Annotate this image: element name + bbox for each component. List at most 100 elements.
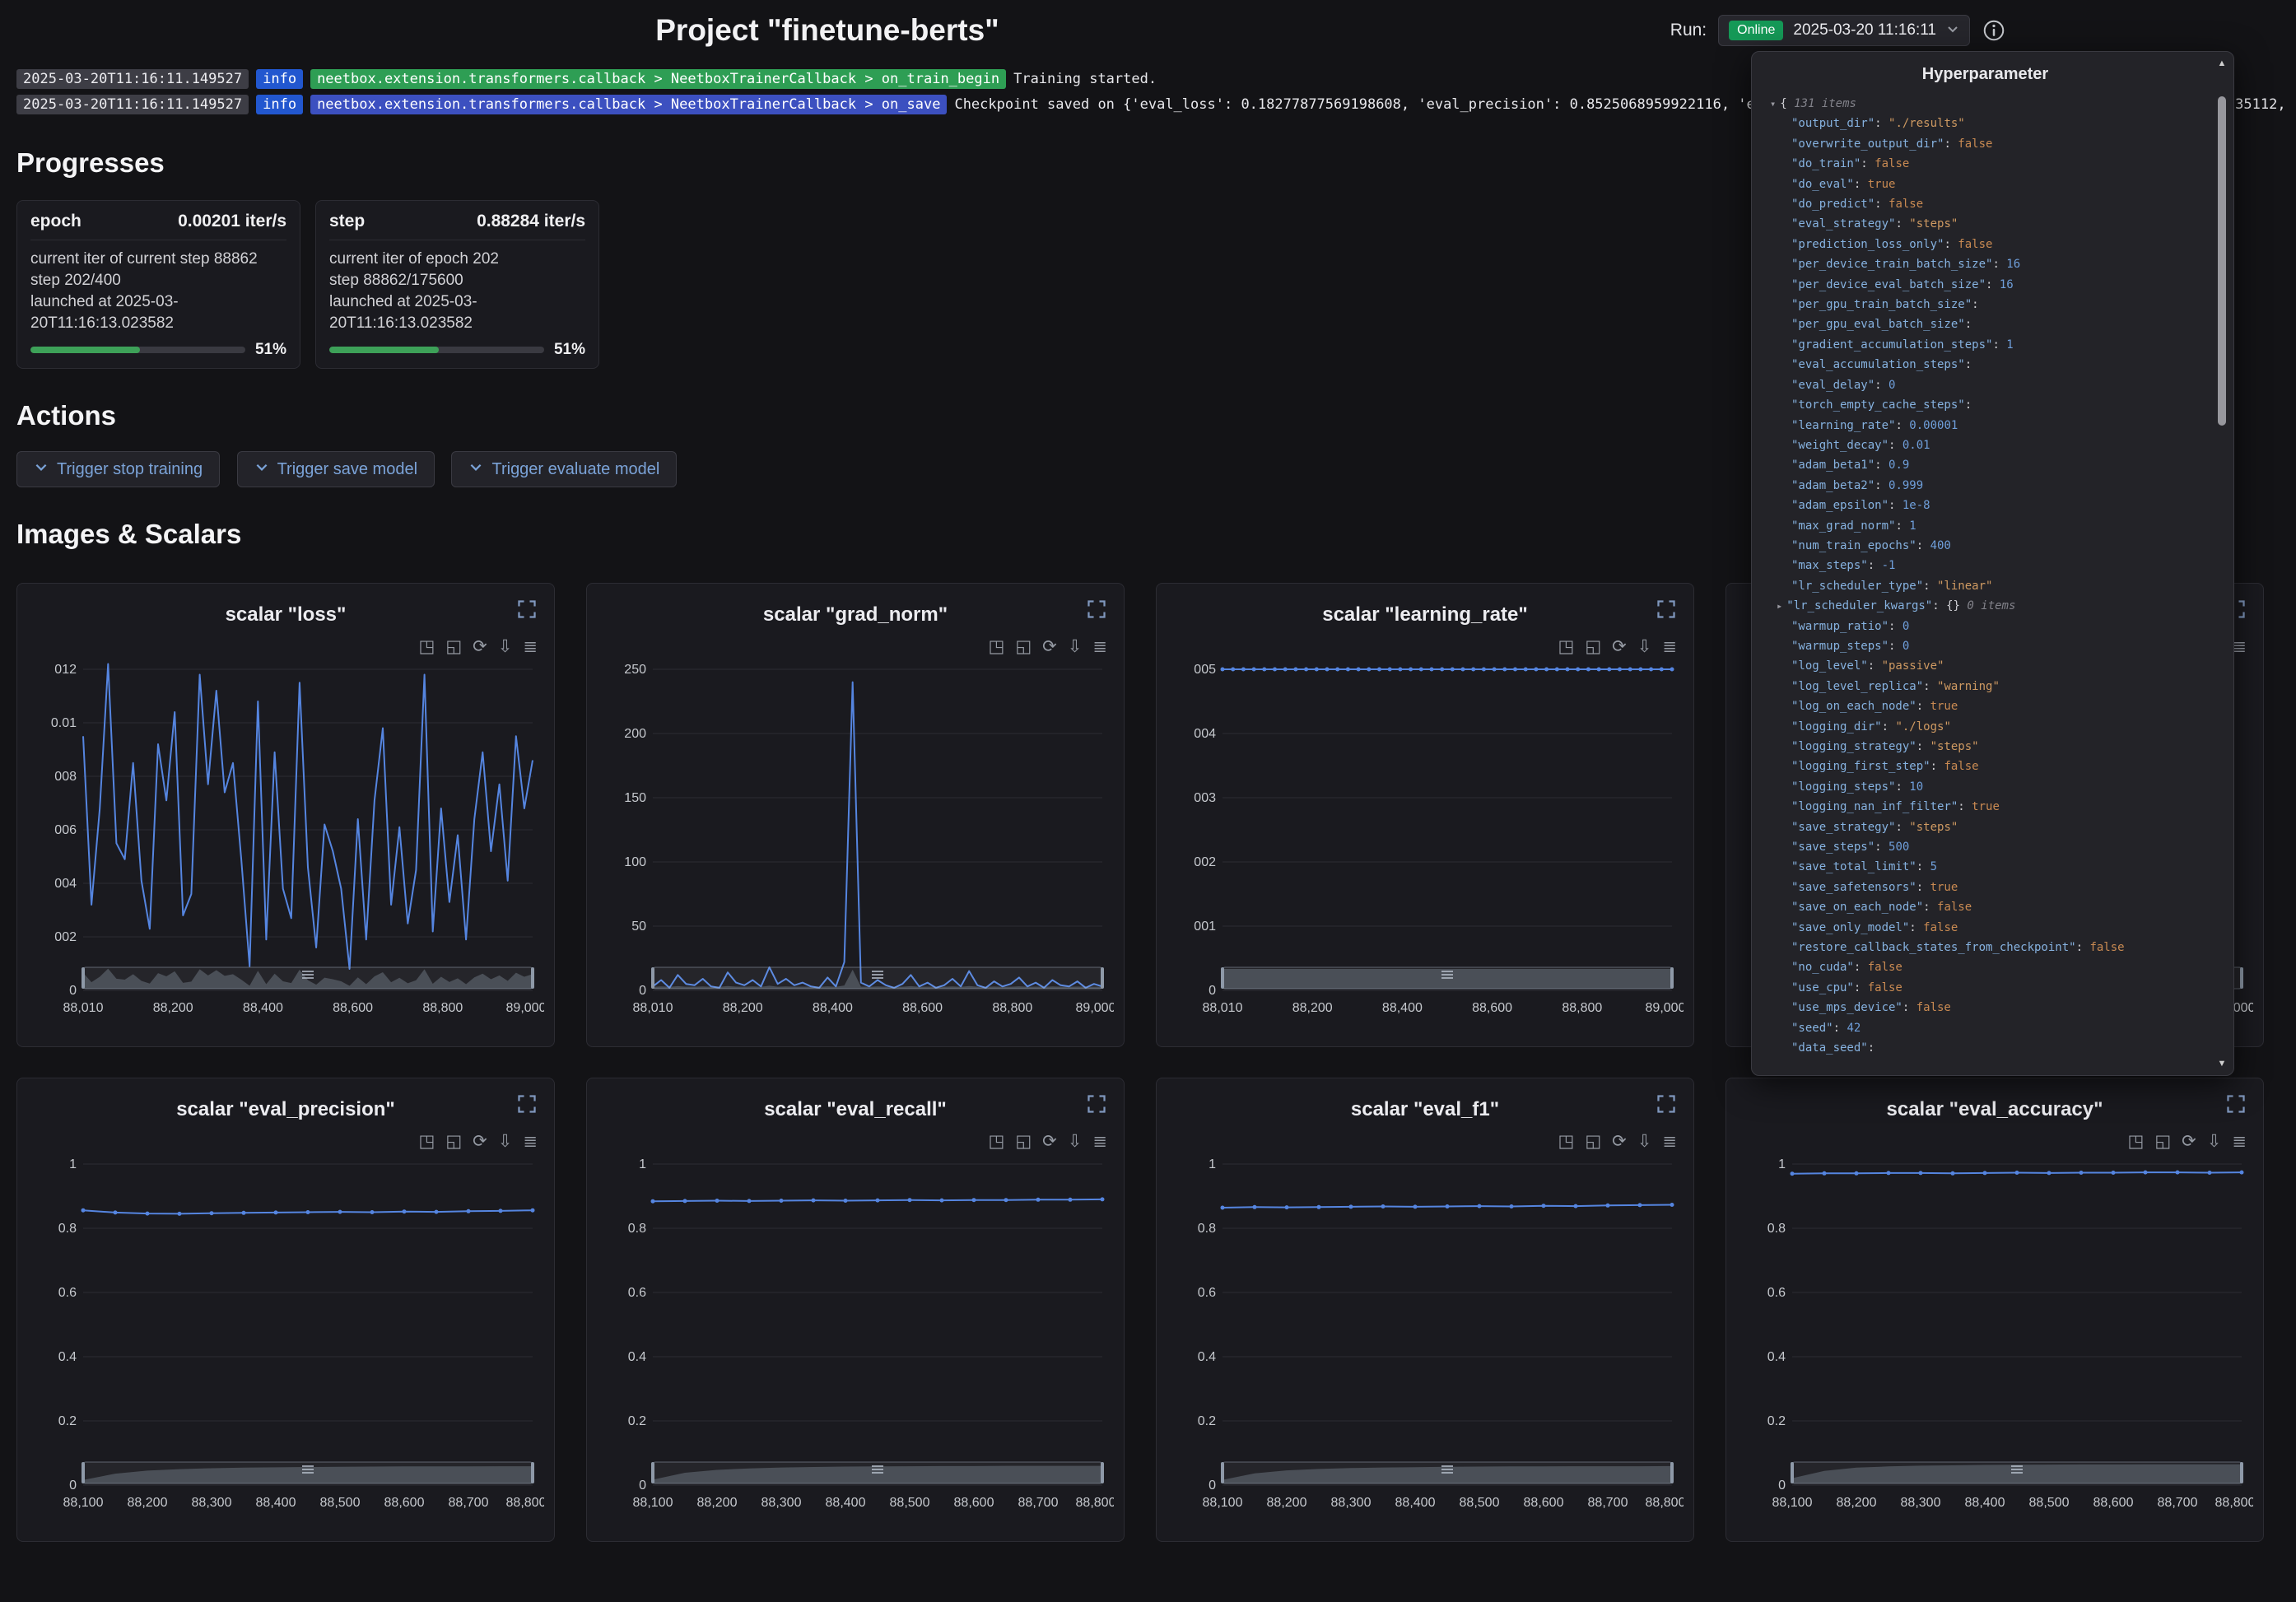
zoom-reset-icon[interactable]: ◱ bbox=[1585, 1133, 1601, 1150]
restore-icon[interactable]: ⟳ bbox=[2182, 1133, 2196, 1150]
restore-icon[interactable]: ⟳ bbox=[1042, 1133, 1057, 1150]
save-image-icon[interactable]: ⇩ bbox=[1068, 1133, 1083, 1150]
scrollbar[interactable]: ▲ ▼ bbox=[2214, 57, 2229, 1070]
svg-text:0: 0 bbox=[1778, 1479, 1786, 1493]
hp-entry: "per_gpu_train_batch_size": bbox=[1770, 295, 2201, 314]
zoom-reset-icon[interactable]: ◱ bbox=[445, 1133, 462, 1150]
save-image-icon[interactable]: ⇩ bbox=[498, 1133, 513, 1150]
info-icon[interactable] bbox=[1982, 18, 2006, 43]
restore-icon[interactable]: ⟳ bbox=[473, 1133, 487, 1150]
datazoom-handle-right[interactable] bbox=[1101, 967, 1104, 989]
zoom-reset-icon[interactable]: ◱ bbox=[1015, 1133, 1032, 1150]
restore-icon[interactable]: ⟳ bbox=[1612, 638, 1627, 655]
datazoom-handle-right[interactable] bbox=[531, 967, 534, 989]
run-selector[interactable]: Online 2025-03-20 11:16:11 bbox=[1718, 15, 1970, 46]
datazoom-handle-left[interactable] bbox=[651, 967, 654, 989]
data-view-icon[interactable]: ≣ bbox=[2232, 1133, 2247, 1150]
svg-text:004: 004 bbox=[1194, 727, 1216, 741]
hp-entry: "logging_strategy": "steps" bbox=[1770, 737, 2201, 757]
svg-text:88,010: 88,010 bbox=[633, 1001, 673, 1015]
save-image-icon[interactable]: ⇩ bbox=[1637, 638, 1652, 655]
svg-text:0.4: 0.4 bbox=[58, 1350, 77, 1364]
data-view-icon[interactable]: ≣ bbox=[523, 638, 538, 655]
area-zoom-icon[interactable]: ◳ bbox=[2127, 1133, 2144, 1150]
expand-icon[interactable] bbox=[513, 1090, 541, 1118]
svg-text:88,200: 88,200 bbox=[1292, 1001, 1333, 1015]
log-module-badge: neetbox.extension.transformers.callback … bbox=[310, 95, 947, 114]
chart-plot: 005004003002001088,01088,20088,40088,600… bbox=[1168, 663, 1684, 1017]
area-zoom-icon[interactable]: ◳ bbox=[988, 638, 1004, 655]
chevron-down-icon bbox=[254, 459, 269, 479]
area-zoom-icon[interactable]: ◳ bbox=[988, 1133, 1004, 1150]
svg-text:1: 1 bbox=[639, 1157, 646, 1171]
datazoom-handle-left[interactable] bbox=[82, 967, 85, 989]
area-zoom-icon[interactable]: ◳ bbox=[418, 1133, 435, 1150]
area-zoom-icon[interactable]: ◳ bbox=[1558, 638, 1574, 655]
area-zoom-icon[interactable]: ◳ bbox=[418, 638, 435, 655]
zoom-reset-icon[interactable]: ◱ bbox=[2154, 1133, 2171, 1150]
datazoom-handle-right[interactable] bbox=[1101, 1462, 1104, 1483]
hp-entry: "adam_beta1": 0.9 bbox=[1770, 455, 2201, 475]
datazoom-handle-right[interactable] bbox=[2240, 1462, 2243, 1483]
expand-icon[interactable] bbox=[1083, 595, 1111, 623]
expand-icon[interactable] bbox=[1652, 595, 1680, 623]
svg-text:88,600: 88,600 bbox=[902, 1001, 943, 1015]
log-timestamp: 2025-03-20T11:16:11.149527 bbox=[16, 69, 249, 89]
scroll-up-icon[interactable]: ▲ bbox=[2214, 58, 2229, 68]
data-view-icon[interactable]: ≣ bbox=[523, 1133, 538, 1150]
svg-text:0.6: 0.6 bbox=[58, 1286, 77, 1300]
expand-icon[interactable] bbox=[2222, 1090, 2250, 1118]
data-view-icon[interactable]: ≣ bbox=[1662, 1133, 1677, 1150]
svg-text:88,500: 88,500 bbox=[1460, 1496, 1500, 1510]
svg-text:88,100: 88,100 bbox=[1203, 1496, 1243, 1510]
zoom-reset-icon[interactable]: ◱ bbox=[1015, 638, 1032, 655]
log-module-badge: neetbox.extension.transformers.callback … bbox=[310, 69, 1006, 89]
progress-percent: 51% bbox=[255, 341, 286, 359]
restore-icon[interactable]: ⟳ bbox=[473, 638, 487, 655]
datazoom-handle-right[interactable] bbox=[1670, 1462, 1674, 1483]
svg-text:88,200: 88,200 bbox=[1267, 1496, 1307, 1510]
data-view-icon[interactable]: ≣ bbox=[1092, 638, 1107, 655]
restore-icon[interactable]: ⟳ bbox=[1612, 1133, 1627, 1150]
datazoom-handle-left[interactable] bbox=[1221, 967, 1224, 989]
zoom-reset-icon[interactable]: ◱ bbox=[445, 638, 462, 655]
expand-icon[interactable] bbox=[1083, 1090, 1111, 1118]
hp-entry: "save_steps": 500 bbox=[1770, 837, 2201, 857]
restore-icon[interactable]: ⟳ bbox=[1042, 638, 1057, 655]
trigger-stop-training-button[interactable]: Trigger stop training bbox=[16, 451, 220, 487]
datazoom-handle-right[interactable] bbox=[531, 1462, 534, 1483]
svg-text:008: 008 bbox=[54, 770, 77, 784]
scrollbar-thumb[interactable] bbox=[2218, 96, 2226, 426]
datazoom-handle-left[interactable] bbox=[1221, 1462, 1224, 1483]
hp-entry: "log_on_each_node": true bbox=[1770, 696, 2201, 716]
trigger-evaluate-model-button[interactable]: Trigger evaluate model bbox=[451, 451, 677, 487]
chart-plot: 0120.01008006004002088,01088,20088,40088… bbox=[29, 663, 544, 1017]
hp-entry: "warmup_steps": 0 bbox=[1770, 636, 2201, 656]
collapse-caret-icon[interactable]: ▸ bbox=[1777, 600, 1782, 612]
collapse-caret-icon[interactable]: ▾ bbox=[1770, 98, 1776, 109]
svg-text:88,500: 88,500 bbox=[890, 1496, 930, 1510]
chart-toolbox: ◳ ◱ ⟳ ⇩ ≣ bbox=[988, 638, 1107, 655]
datazoom-handle-right[interactable] bbox=[2240, 967, 2243, 989]
expand-icon[interactable] bbox=[1652, 1090, 1680, 1118]
expand-icon[interactable] bbox=[513, 595, 541, 623]
datazoom-handle-left[interactable] bbox=[1791, 1462, 1794, 1483]
scroll-down-icon[interactable]: ▼ bbox=[2214, 1059, 2229, 1069]
datazoom-handle-right[interactable] bbox=[1670, 967, 1674, 989]
zoom-reset-icon[interactable]: ◱ bbox=[1585, 638, 1601, 655]
chart-card-eval_accuracy: scalar "eval_accuracy"◳◱⟳⇩≣10.80.60.40.2… bbox=[1725, 1078, 2264, 1542]
area-zoom-icon[interactable]: ◳ bbox=[1558, 1133, 1574, 1150]
hp-entry: "log_level_replica": "warning" bbox=[1770, 677, 2201, 696]
save-image-icon[interactable]: ⇩ bbox=[1068, 638, 1083, 655]
svg-text:006: 006 bbox=[54, 823, 77, 837]
save-image-icon[interactable]: ⇩ bbox=[498, 638, 513, 655]
data-view-icon[interactable]: ≣ bbox=[2232, 638, 2247, 655]
datazoom-handle-left[interactable] bbox=[82, 1462, 85, 1483]
data-view-icon[interactable]: ≣ bbox=[1092, 1133, 1107, 1150]
datazoom-handle-left[interactable] bbox=[651, 1462, 654, 1483]
save-image-icon[interactable]: ⇩ bbox=[2207, 1133, 2222, 1150]
svg-text:0.2: 0.2 bbox=[58, 1414, 77, 1428]
data-view-icon[interactable]: ≣ bbox=[1662, 638, 1677, 655]
save-image-icon[interactable]: ⇩ bbox=[1637, 1133, 1652, 1150]
trigger-save-model-button[interactable]: Trigger save model bbox=[237, 451, 435, 487]
